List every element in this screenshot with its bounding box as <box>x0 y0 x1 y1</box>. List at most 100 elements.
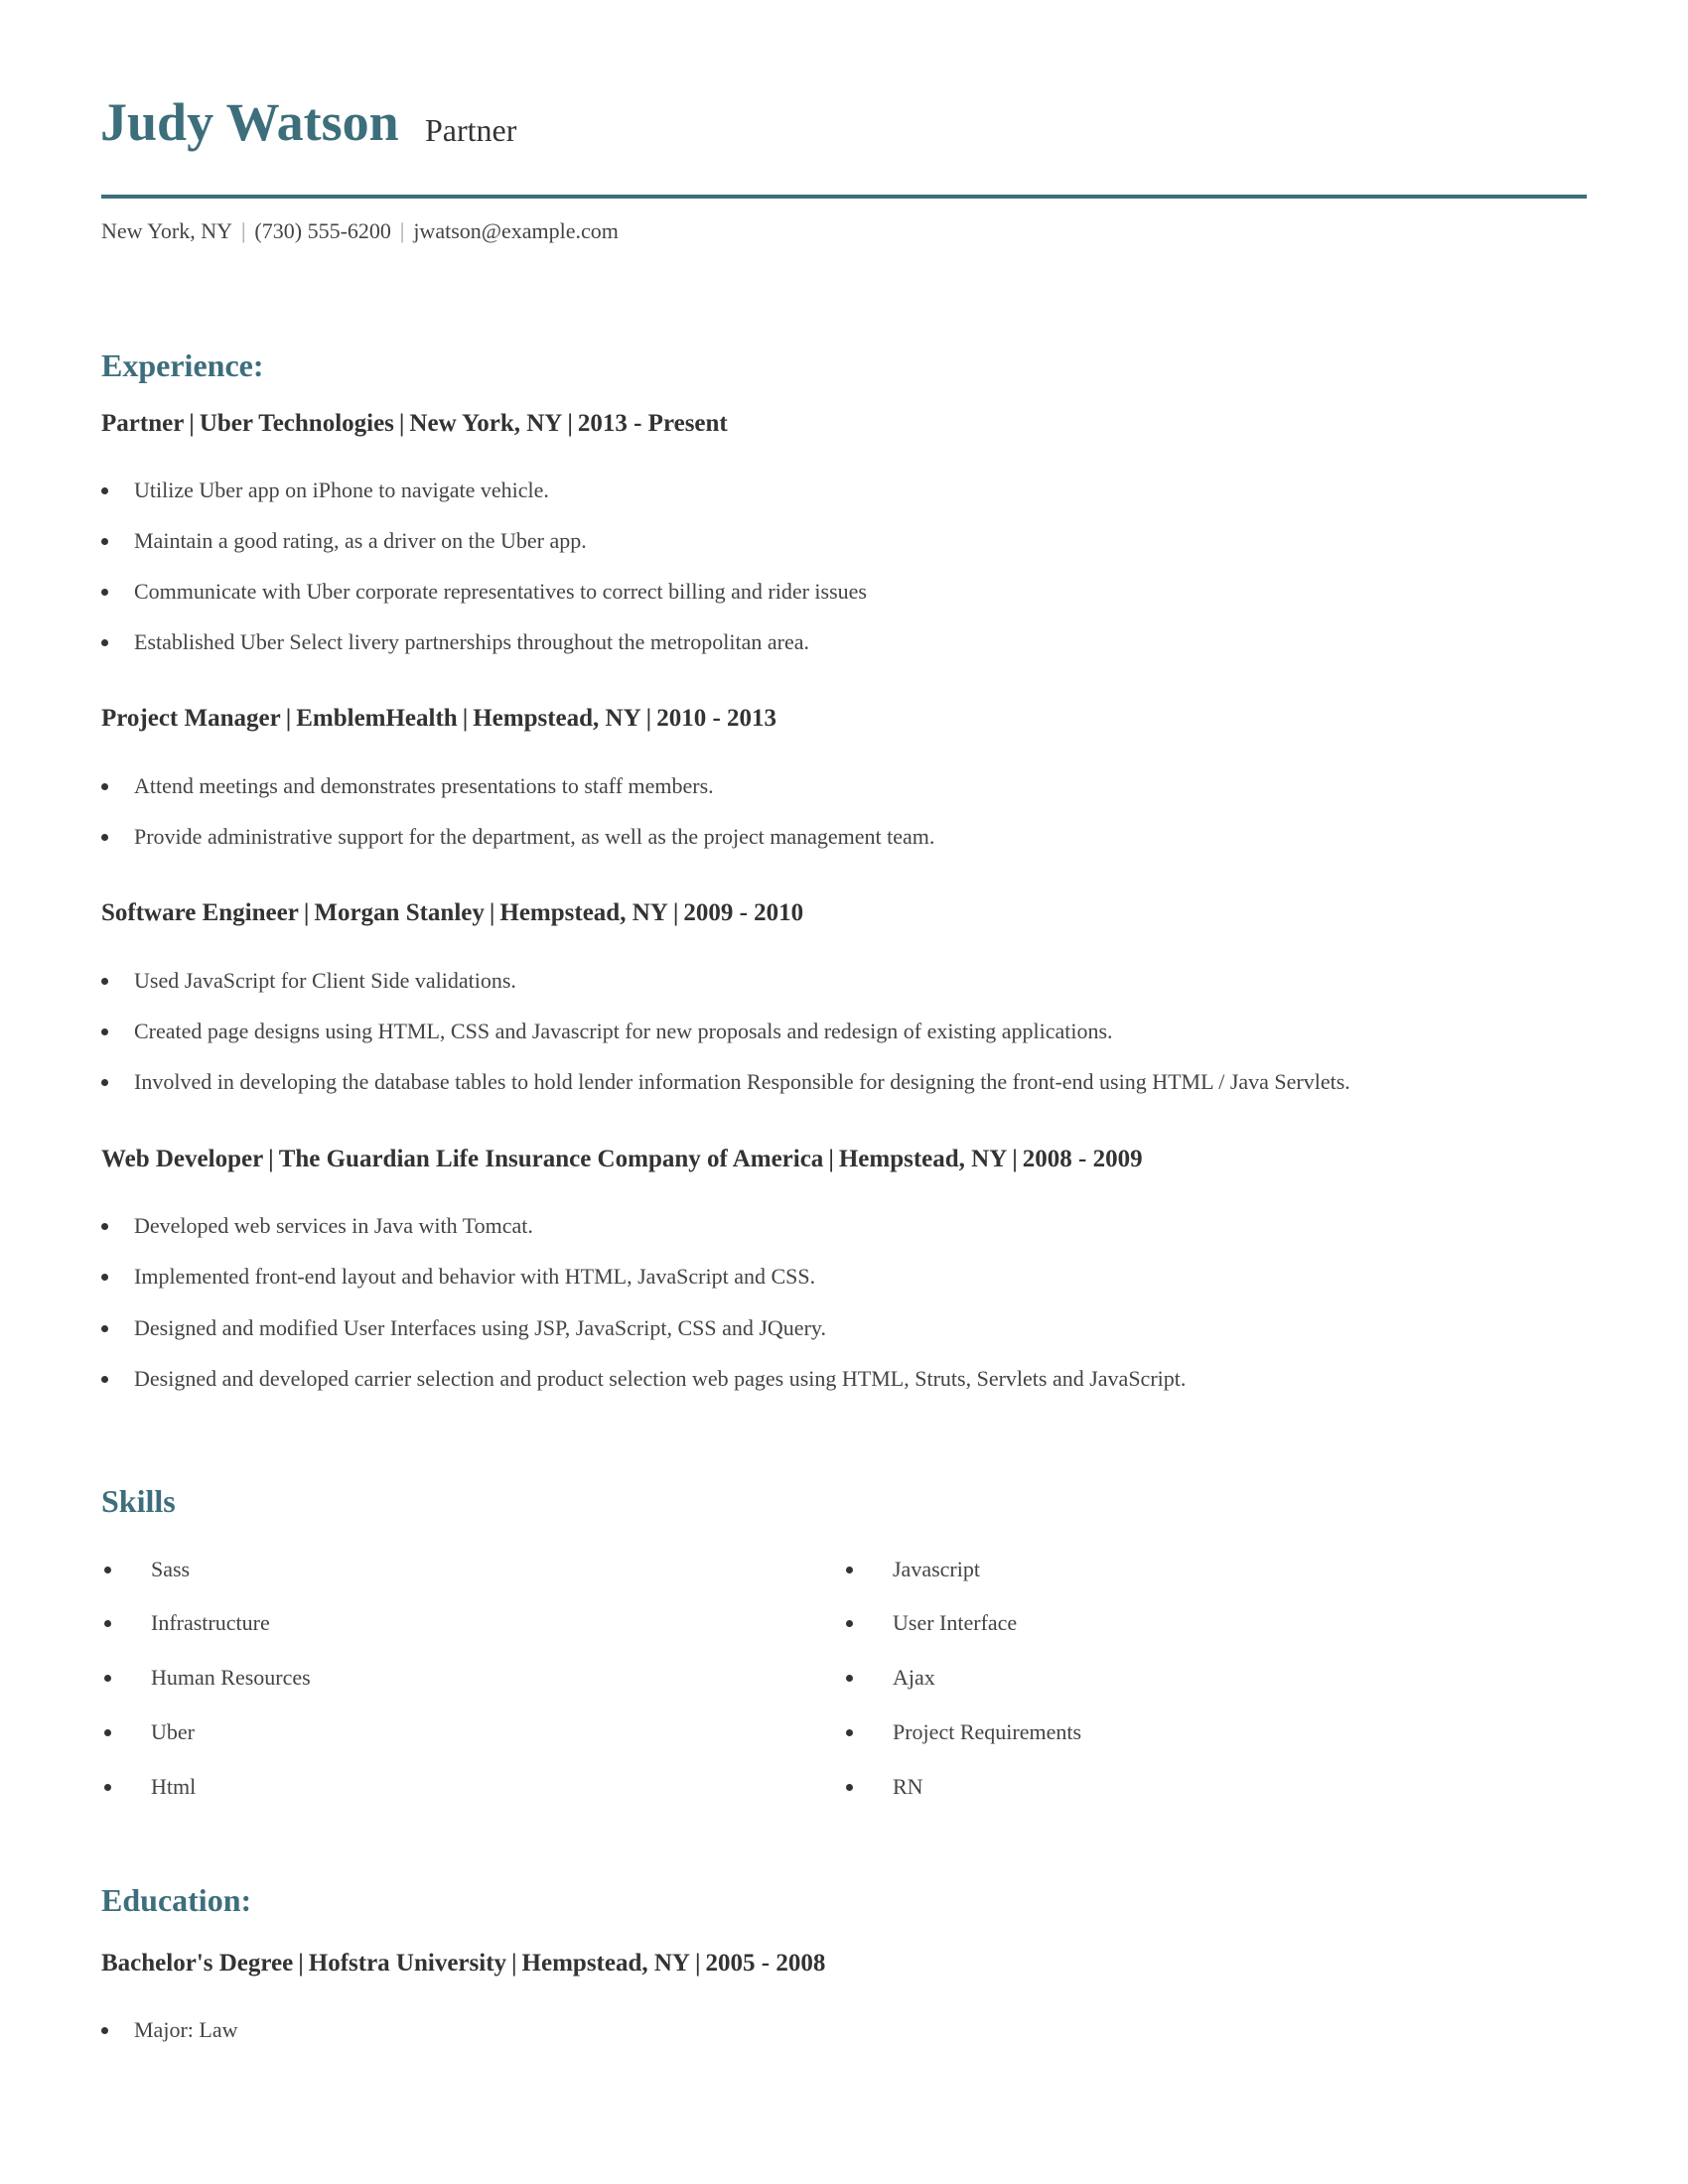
contact-separator: | <box>241 218 246 243</box>
separator: | <box>303 899 310 926</box>
job-heading-company: EmblemHealth <box>296 705 458 732</box>
job-heading-location: Hempstead, NY <box>838 1146 1008 1172</box>
job-heading-dates: 2008 - 2009 <box>1022 1146 1143 1172</box>
bullet-icon <box>101 1079 108 1086</box>
education-heading-line-school: Hofstra University <box>308 1950 507 1977</box>
list-item-text: Created page designs using HTML, CSS and… <box>134 1019 1113 1043</box>
separator: | <box>298 1950 304 1977</box>
bullet-icon <box>846 1675 853 1682</box>
bullet-icon <box>101 1274 108 1281</box>
skill-label: Project Requirements <box>893 1719 1082 1744</box>
experience-heading: Experience: <box>101 347 264 383</box>
skill-label: Human Resources <box>151 1665 311 1690</box>
bullet-icon <box>846 1620 853 1627</box>
skill-label: Html <box>151 1774 197 1799</box>
job-heading-title: Web Developer <box>101 1146 264 1172</box>
job-heading-dates: 2009 - 2010 <box>683 899 804 926</box>
list-item-text: Involved in developing the database tabl… <box>134 1069 1350 1094</box>
bullet-icon <box>846 1567 853 1573</box>
job-heading-title: Software Engineer <box>101 899 299 926</box>
skill-label: User Interface <box>893 1610 1018 1635</box>
education-heading-line: Bachelor's Degree | Hofstra University | Hem… <box>101 1949 825 1979</box>
bullet-icon <box>101 639 108 646</box>
job-heading-dates: 2010 - 2013 <box>656 705 777 732</box>
bullet-icon <box>104 1567 111 1573</box>
bullet-icon <box>101 487 108 494</box>
bullet-icon <box>101 783 108 790</box>
education-heading: Education: <box>101 1882 252 1918</box>
list-item-text: Implemented front-end layout and behavio… <box>134 1264 816 1289</box>
candidate-title: Partner <box>425 112 517 148</box>
separator: | <box>672 899 679 926</box>
education-heading-line-degree: Bachelor's Degree <box>101 1950 294 1977</box>
bullet-icon <box>104 1675 111 1682</box>
skills-heading: Skills <box>101 1483 176 1519</box>
separator: | <box>462 705 469 732</box>
bullet-icon <box>846 1784 853 1791</box>
separator: | <box>268 1146 274 1172</box>
candidate-name: Judy Watson <box>100 92 399 152</box>
job-heading: Software Engineer | Morgan Stanley | Hempste… <box>101 898 803 928</box>
bullet-icon <box>101 2027 108 2034</box>
job-heading: Partner | Uber Technologies | New York, NY | 2… <box>101 409 728 439</box>
contact-location: New York, NY <box>101 218 233 243</box>
bullet-icon <box>101 1325 108 1332</box>
education-heading-line-dates: 2005 - 2008 <box>705 1950 826 1977</box>
bullet-icon <box>104 1620 111 1627</box>
skill-label: Infrastructure <box>151 1610 270 1635</box>
job-heading-dates: 2013 - Present <box>577 410 728 437</box>
separator: | <box>489 899 495 926</box>
list-item-text: Used JavaScript for Client Side validati… <box>134 968 516 993</box>
header-divider <box>101 195 1587 199</box>
job-heading: Project Manager | EmblemHealth | Hempstead, … <box>101 704 776 734</box>
bullet-icon <box>101 1223 108 1230</box>
job-heading-title: Project Manager <box>101 705 281 732</box>
list-item-text: Established Uber Select livery partnersh… <box>134 629 809 654</box>
list-item-text: Utilize Uber app on iPhone to navigate v… <box>134 478 549 502</box>
list-item-text: Designed and modified User Interfaces us… <box>134 1315 826 1340</box>
education-heading-line-location: Hempstead, NY <box>521 1950 690 1977</box>
contact-phone: (730) 555-6200 <box>254 218 391 243</box>
job-heading-location: Hempstead, NY <box>473 705 641 732</box>
job-heading-company: The Guardian Life Insurance Company of A… <box>278 1146 824 1172</box>
separator: | <box>285 705 292 732</box>
list-item-text: Communicate with Uber corporate represen… <box>134 579 867 604</box>
separator: | <box>511 1950 517 1977</box>
bullet-icon <box>101 1028 108 1035</box>
skill-label: Javascript <box>893 1557 980 1581</box>
job-heading-company: Morgan Stanley <box>314 899 485 926</box>
bullet-icon <box>101 538 108 545</box>
separator: | <box>398 410 405 437</box>
job-heading-location: New York, NY <box>409 410 563 437</box>
list-item-text: Maintain a good rating, as a driver on t… <box>134 528 587 553</box>
separator: | <box>1012 1146 1018 1172</box>
bullet-icon <box>104 1784 111 1791</box>
list-item-text: Major: Law <box>134 2017 238 2042</box>
contact-line: New York, NY | (730) 555-6200 | jwatson@exam… <box>101 217 619 245</box>
bullet-icon <box>101 978 108 985</box>
bullet-icon <box>101 1376 108 1383</box>
job-heading-company: Uber Technologies <box>199 410 394 437</box>
separator: | <box>828 1146 834 1172</box>
skill-label: Uber <box>151 1719 195 1744</box>
separator: | <box>189 410 195 437</box>
bullet-icon <box>101 589 108 596</box>
bullet-icon <box>846 1729 853 1736</box>
list-item-text: Attend meetings and demonstrates present… <box>134 773 714 798</box>
job-heading: Web Developer | The Guardian Life Insuranc… <box>101 1145 1143 1174</box>
bullet-icon <box>101 834 108 841</box>
list-item-text: Provide administrative support for the d… <box>134 824 935 849</box>
job-heading-title: Partner <box>101 410 185 437</box>
separator: | <box>567 410 573 437</box>
list-item-text: Developed web services in Java with Tomc… <box>134 1213 533 1238</box>
separator: | <box>694 1950 701 1977</box>
contact-separator: | <box>399 218 405 243</box>
skill-label: Ajax <box>893 1665 935 1690</box>
skill-label: RN <box>893 1774 923 1799</box>
contact-email[interactable]: jwatson@example.com <box>413 218 619 243</box>
bullet-icon <box>104 1729 111 1736</box>
list-item-text: Designed and developed carrier selection… <box>134 1366 1187 1391</box>
job-heading-location: Hempstead, NY <box>499 899 668 926</box>
separator: | <box>645 705 652 732</box>
skill-label: Sass <box>151 1557 191 1581</box>
